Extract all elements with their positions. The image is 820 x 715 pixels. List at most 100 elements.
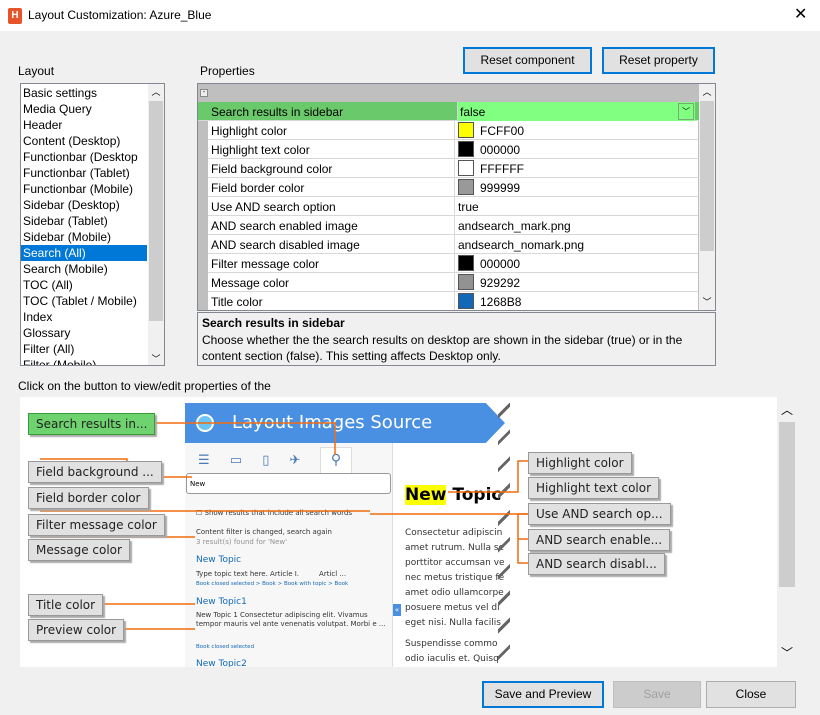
- callout-button[interactable]: Search results in...: [28, 413, 156, 435]
- scroll-thumb[interactable]: [149, 101, 163, 321]
- scroll-thumb[interactable]: [700, 101, 714, 251]
- scroll-up-icon[interactable]: ︿: [777, 397, 797, 417]
- property-value[interactable]: 000000: [480, 143, 520, 157]
- list-scrollbar[interactable]: ︿ ﹀: [148, 84, 164, 365]
- layout-item[interactable]: Sidebar (Mobile): [21, 229, 147, 245]
- property-row[interactable]: Search results in sidebar false ﹀: [198, 102, 715, 121]
- reset-property-button[interactable]: Reset property: [602, 47, 715, 74]
- property-row[interactable]: Use AND search option true: [208, 197, 698, 216]
- reset-component-button[interactable]: Reset component: [463, 47, 592, 74]
- property-name: Title color: [211, 295, 263, 309]
- hint-text: Click on the button to view/edit propert…: [18, 379, 271, 393]
- callout-button[interactable]: Highlight color: [528, 452, 632, 474]
- property-value[interactable]: FFFFFF: [480, 162, 524, 176]
- property-row[interactable]: Title color 1268B8: [208, 292, 698, 310]
- property-row[interactable]: AND search disabled image andsearch_nomar…: [208, 235, 698, 254]
- dropdown-chevron-icon[interactable]: ﹀: [678, 103, 694, 120]
- callout-button[interactable]: Highlight text color: [528, 477, 660, 499]
- description-title: Search results in sidebar: [202, 316, 345, 330]
- property-row[interactable]: Message color 929292: [208, 273, 698, 292]
- layout-item[interactable]: Functionbar (Tablet): [21, 165, 147, 181]
- scroll-down-icon[interactable]: ﹀: [148, 352, 164, 365]
- layout-item[interactable]: Header: [21, 117, 147, 133]
- property-row[interactable]: Field border color 999999: [208, 178, 698, 197]
- layout-item[interactable]: Functionbar (Desktop: [21, 149, 147, 165]
- callout-button[interactable]: Title color: [28, 594, 104, 616]
- preview-scrollbar[interactable]: ︿ ﹀: [777, 397, 797, 667]
- layout-item[interactable]: Media Query: [21, 101, 147, 117]
- layout-preview[interactable]: Layout Images Source ☰ ▭ ▯ ✈ ⚲ New ☐ Sho…: [20, 397, 777, 667]
- close-icon[interactable]: ✕: [794, 4, 807, 24]
- callout-button[interactable]: Use AND search op...: [528, 503, 671, 525]
- save-and-preview-button[interactable]: Save and Preview: [482, 681, 604, 708]
- grid-scrollbar[interactable]: ︿ ﹀: [699, 84, 715, 310]
- scroll-up-icon[interactable]: ︿: [148, 84, 164, 100]
- callout-button[interactable]: Filter message color: [28, 514, 165, 536]
- property-value[interactable]: 1268B8: [480, 295, 521, 309]
- layout-item[interactable]: TOC (All): [21, 277, 147, 293]
- color-swatch[interactable]: [458, 293, 474, 309]
- property-name: Highlight text color: [211, 143, 310, 157]
- color-swatch[interactable]: [458, 160, 474, 176]
- window-title: Layout Customization: Azure_Blue: [28, 8, 212, 22]
- layout-item[interactable]: Search (Mobile): [21, 261, 147, 277]
- callout-button[interactable]: AND search enable...: [528, 529, 671, 551]
- property-name: Message color: [211, 276, 290, 290]
- scroll-down-icon[interactable]: ﹀: [777, 644, 797, 661]
- column-divider: [454, 273, 455, 292]
- layout-item[interactable]: Basic settings: [21, 85, 147, 101]
- layout-item[interactable]: TOC (Tablet / Mobile): [21, 293, 147, 309]
- scroll-thumb[interactable]: [779, 422, 795, 587]
- color-swatch[interactable]: [458, 141, 474, 157]
- collapse-icon[interactable]: -: [200, 89, 208, 97]
- layout-item[interactable]: Sidebar (Desktop): [21, 197, 147, 213]
- property-value[interactable]: 999999: [480, 181, 520, 195]
- layout-label: Layout: [18, 64, 55, 78]
- property-name: Use AND search option: [211, 200, 336, 214]
- property-row[interactable]: Field background color FFFFFF: [208, 159, 698, 178]
- property-value[interactable]: FCFF00: [480, 124, 524, 138]
- layout-item[interactable]: Index: [21, 309, 147, 325]
- column-divider: [454, 178, 455, 197]
- callout-button[interactable]: Message color: [28, 539, 130, 561]
- column-divider: [454, 121, 455, 140]
- property-grid[interactable]: - Search results in sidebar false ﹀ Highlig…: [197, 83, 716, 311]
- scroll-up-icon[interactable]: ︿: [699, 84, 715, 100]
- layout-item[interactable]: Functionbar (Mobile): [21, 181, 147, 197]
- column-divider: [454, 292, 455, 310]
- property-value[interactable]: true: [458, 200, 479, 214]
- color-swatch[interactable]: [458, 179, 474, 195]
- callout-button[interactable]: Field background ...: [28, 461, 162, 483]
- property-name: Filter message color: [211, 257, 320, 271]
- column-divider: [454, 140, 455, 159]
- property-name: Field background color: [211, 162, 333, 176]
- color-swatch[interactable]: [458, 274, 474, 290]
- layout-item[interactable]: Content (Desktop): [21, 133, 147, 149]
- layout-item[interactable]: Glossary: [21, 325, 147, 341]
- property-row[interactable]: AND search enabled image andsearch_mark.p…: [208, 216, 698, 235]
- property-value[interactable]: 000000: [480, 257, 520, 271]
- close-button[interactable]: Close: [706, 681, 796, 708]
- layout-item[interactable]: Filter (All): [21, 341, 147, 357]
- color-swatch[interactable]: [458, 255, 474, 271]
- layout-item[interactable]: Sidebar (Tablet): [21, 213, 147, 229]
- layout-item[interactable]: Filter (Mobile): [21, 357, 147, 365]
- column-divider: [454, 159, 455, 178]
- callout-button[interactable]: AND search disabl...: [528, 553, 665, 575]
- property-value[interactable]: 929292: [480, 276, 520, 290]
- property-value[interactable]: andsearch_mark.png: [458, 219, 571, 233]
- callout-button[interactable]: Field border color: [28, 487, 149, 509]
- layout-item[interactable]: Search (All): [21, 245, 147, 261]
- color-swatch[interactable]: [458, 122, 474, 138]
- property-value[interactable]: false: [458, 102, 695, 121]
- scroll-down-icon[interactable]: ﹀: [699, 295, 715, 308]
- property-name: Search results in sidebar: [211, 105, 344, 119]
- property-row[interactable]: Filter message color 000000: [208, 254, 698, 273]
- properties-label: Properties: [200, 64, 255, 78]
- property-row[interactable]: Highlight color FCFF00: [208, 121, 698, 140]
- callout-button[interactable]: Preview color: [28, 619, 125, 641]
- layout-list[interactable]: Basic settings Media Query Header Content (…: [20, 83, 165, 366]
- property-row[interactable]: Highlight text color 000000: [208, 140, 698, 159]
- save-button[interactable]: Save: [613, 681, 701, 708]
- property-value[interactable]: andsearch_nomark.png: [458, 238, 584, 252]
